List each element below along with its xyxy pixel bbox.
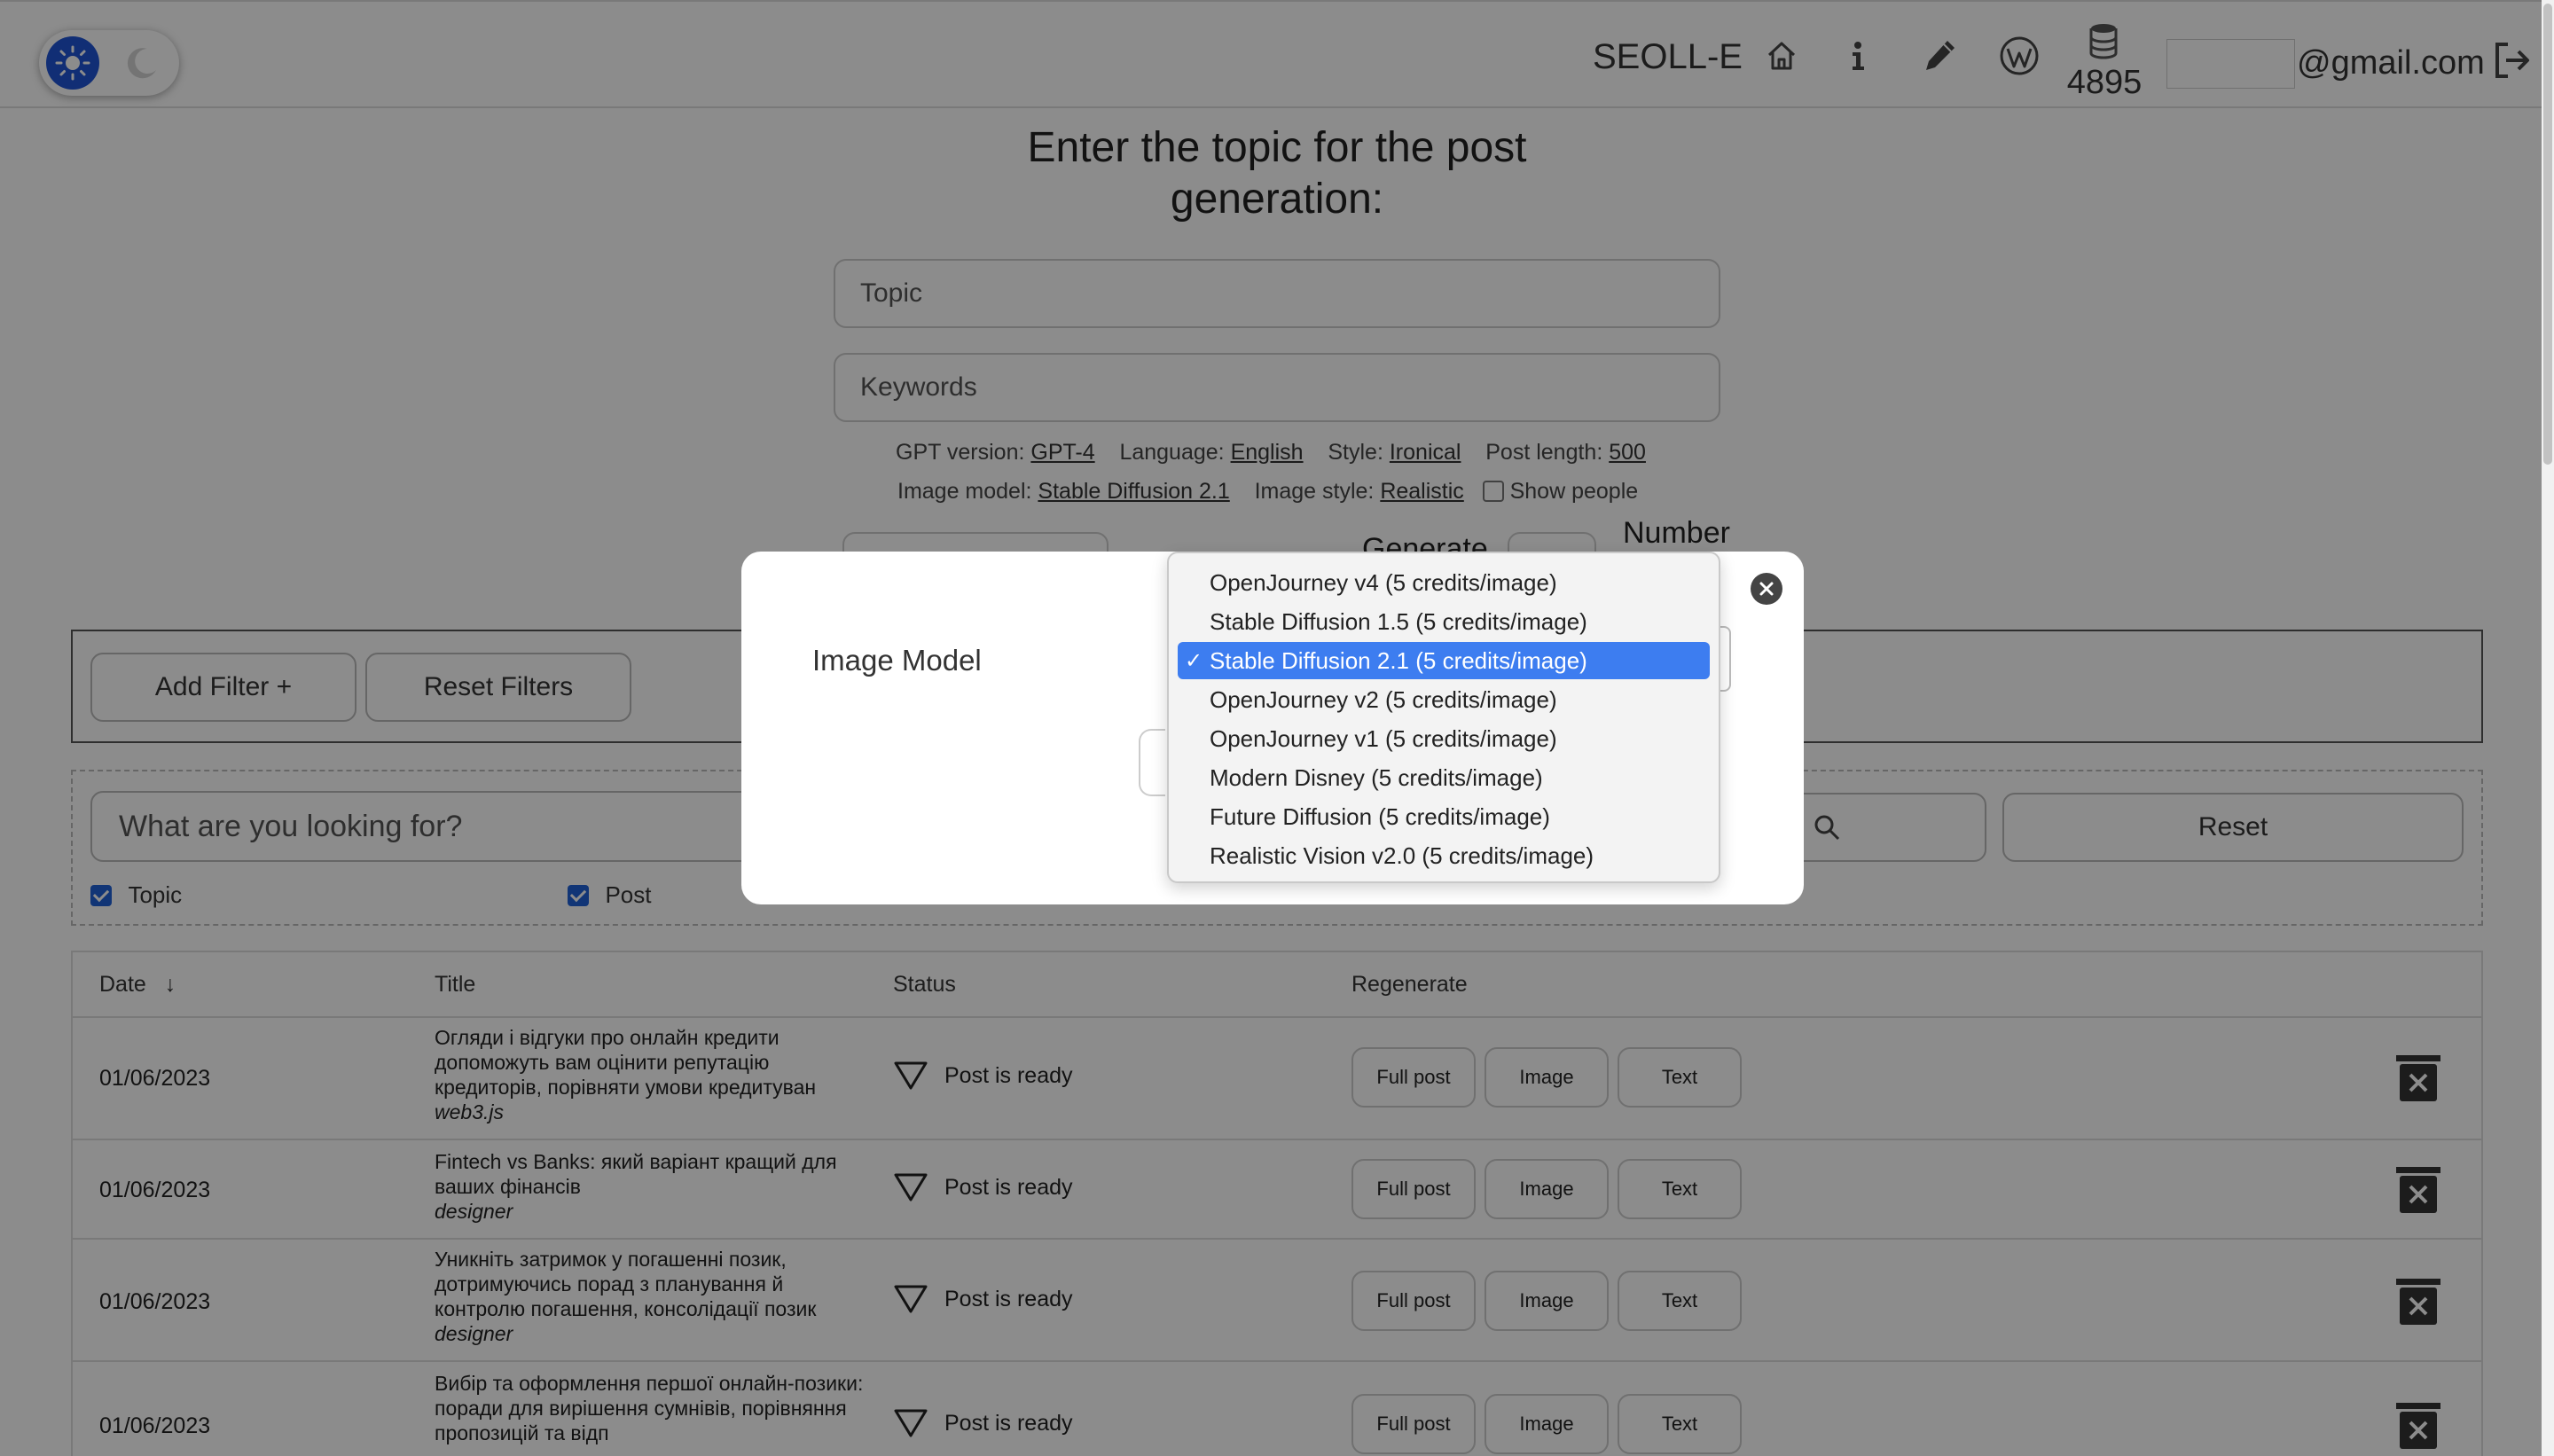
image-model-dropdown[interactable]: OpenJourney v4 (5 credits/image) Stable … <box>1167 552 1720 883</box>
dropdown-option[interactable]: Stable Diffusion 1.5 (5 credits/image) <box>1178 603 1710 640</box>
checkmark-icon: ✓ <box>1185 649 1203 673</box>
dropdown-option[interactable]: OpenJourney v1 (5 credits/image) <box>1178 720 1710 757</box>
dropdown-option[interactable]: OpenJourney v4 (5 credits/image) <box>1178 564 1710 601</box>
dropdown-option[interactable]: OpenJourney v2 (5 credits/image) <box>1178 681 1710 718</box>
image-model-label: Image Model <box>812 644 982 677</box>
close-icon[interactable] <box>1751 573 1782 605</box>
modal-confirm-button[interactable] <box>1139 729 1165 796</box>
page-scrollbar-thumb[interactable] <box>2543 4 2552 465</box>
dropdown-option-selected[interactable]: ✓ Stable Diffusion 2.1 (5 credits/image) <box>1178 642 1710 679</box>
dropdown-option[interactable]: Future Diffusion (5 credits/image) <box>1178 798 1710 835</box>
dropdown-option[interactable]: Realistic Vision v2.0 (5 credits/image) <box>1178 837 1710 874</box>
selected-option-label: Stable Diffusion 2.1 (5 credits/image) <box>1210 646 1587 674</box>
dropdown-option[interactable]: Modern Disney (5 credits/image) <box>1178 759 1710 796</box>
